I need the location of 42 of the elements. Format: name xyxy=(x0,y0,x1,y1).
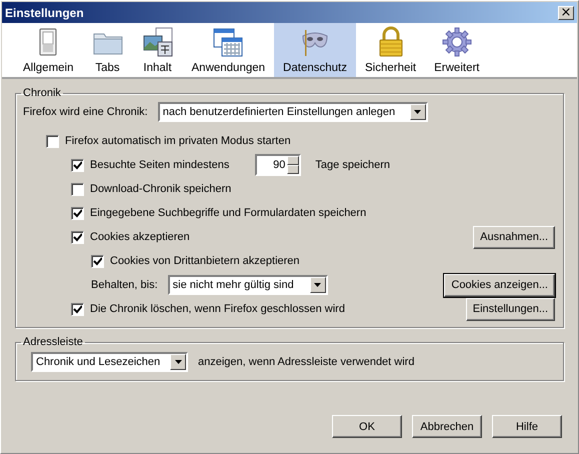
toolbar-tab[interactable]: Tabs xyxy=(82,23,132,77)
group-title: Chronik xyxy=(22,87,62,99)
checkbox[interactable] xyxy=(71,230,84,244)
windows-icon xyxy=(212,26,244,58)
select-label: Behalten, bis: xyxy=(91,279,158,291)
field-label: anzeigen, wenn Adressleiste verwendet wird xyxy=(198,356,414,368)
dialog-button[interactable]: Abbrechen xyxy=(412,415,482,438)
toolbar-tab[interactable]: Erweitert xyxy=(425,23,488,77)
dialog-button[interactable]: OK xyxy=(332,415,402,438)
close-button[interactable]: × xyxy=(558,6,574,20)
days-spinner[interactable]: 90 xyxy=(255,154,302,176)
checkbox[interactable] xyxy=(71,302,84,316)
suffix-label: Tage speichern xyxy=(315,159,390,171)
checkbox[interactable] xyxy=(71,206,84,220)
toolbar-tab[interactable]: Sicherheit xyxy=(356,23,426,77)
window-title: Einstellungen xyxy=(5,6,84,20)
checkbox[interactable] xyxy=(91,254,104,268)
checkbox-label: Download-Chronik speichern xyxy=(90,183,232,195)
keep-dropdown[interactable]: sie nicht mehr gültig sind xyxy=(168,275,328,295)
settings-icon xyxy=(440,26,473,58)
checkbox-label: Die Chronik löschen, wenn Firefox geschlossen wird xyxy=(90,303,345,315)
option-button[interactable]: Cookies anzeigen... xyxy=(444,274,555,296)
content-icon xyxy=(142,26,174,58)
toolbar-tab[interactable]: Anwendungen xyxy=(182,23,274,77)
group-title: Adressleiste xyxy=(22,336,84,348)
suggestion-dropdown[interactable]: Chronik und Lesezeichen xyxy=(31,352,188,372)
checkbox-label: Cookies von Drittanbietern akzeptieren xyxy=(110,255,300,267)
toolbar-tab[interactable]: Datenschutz xyxy=(274,23,356,77)
checkbox[interactable] xyxy=(71,182,84,196)
checkbox-label: Besuchte Seiten mindestens xyxy=(90,159,230,171)
checkbox[interactable] xyxy=(71,158,84,172)
option-button[interactable]: Einstellungen... xyxy=(466,298,555,320)
option-button[interactable]: Ausnahmen... xyxy=(473,226,555,248)
dialog-button[interactable]: Hilfe xyxy=(492,415,562,438)
checkbox[interactable] xyxy=(46,134,59,148)
checkbox-label: Eingegebene Suchbegriffe und Formulardaten speichern xyxy=(90,207,366,219)
checkbox-label: Cookies akzeptieren xyxy=(90,231,190,243)
field-label: Firefox wird eine Chronik: xyxy=(23,106,148,118)
history-mode-dropdown[interactable]: nach benutzerdefinierten Einstellungen anlegen xyxy=(158,102,428,122)
toolbar-tab[interactable]: Inhalt xyxy=(132,23,182,77)
checkbox-label: Firefox automatisch im privaten Modus starten xyxy=(65,135,291,147)
toolbar-tab[interactable]: Allgemein xyxy=(14,23,82,77)
